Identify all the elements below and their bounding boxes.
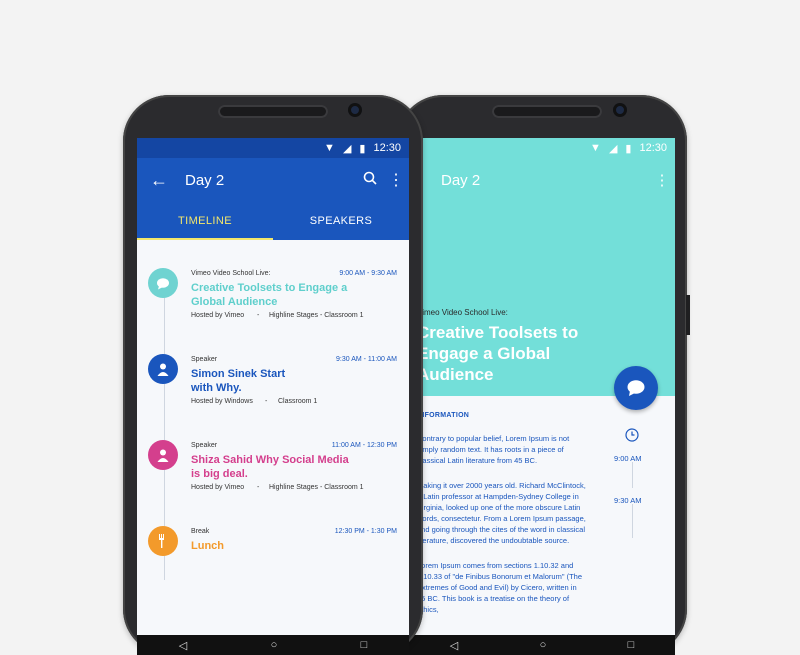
tab-speakers[interactable]: SPEAKERS — [273, 202, 409, 240]
clock-icon — [625, 428, 639, 445]
chat-fab-button[interactable] — [614, 366, 658, 410]
side-button — [686, 295, 690, 335]
timeline-list: Vimeo Video School Live: 9:00 AM - 9:30 … — [137, 240, 409, 608]
item-title: Simon Sinek Start with Why. — [191, 368, 286, 394]
item-time: 9:00 AM - 9:30 AM — [339, 270, 397, 277]
speaker-grille — [492, 105, 602, 118]
time-connector — [632, 504, 633, 538]
nav-recents-icon[interactable]: □ — [361, 639, 368, 651]
toolbar: ← Day 2 ⋮ — [137, 158, 409, 202]
list-item[interactable]: Break 12:30 PM - 1:30 PM Lunch — [137, 522, 409, 608]
status-bar: ▼ ◢ ▮ 12:30 — [137, 138, 409, 158]
detail-header: ▼ ◢ ▮ 12:30 ← Day 2 ⋮ Vimeo Video School… — [409, 138, 675, 396]
nav-recents-icon[interactable]: □ — [628, 639, 635, 651]
detail-body: INFORMATION Contrary to popular belief, … — [409, 396, 675, 615]
description-paragraph: Making it over 2000 years old. Richard M… — [417, 481, 586, 545]
item-type: Break — [191, 528, 210, 535]
front-camera — [348, 103, 362, 117]
front-camera — [613, 103, 627, 117]
page-title: Day 2 — [441, 171, 481, 189]
item-host: Hosted by Windows — [191, 398, 253, 405]
event-series: Vimeo Video School Live: — [417, 308, 508, 317]
toolbar: ← Day 2 ⋮ — [409, 158, 675, 202]
nav-home-icon[interactable]: ○ — [271, 639, 278, 651]
item-location: Highline Stages - Classroom 1 — [269, 484, 364, 491]
status-time: 12:30 — [373, 142, 401, 154]
chat-bubble-icon — [148, 268, 178, 298]
description-paragraph: Contrary to popular belief, Lorem Ipsum … — [417, 434, 570, 465]
item-separator: - — [257, 484, 260, 491]
nav-back-icon[interactable]: ◁ — [179, 639, 187, 652]
list-item[interactable]: Vimeo Video School Live: 9:00 AM - 9:30 … — [137, 264, 409, 350]
item-time: 9:30 AM - 11:00 AM — [336, 356, 397, 363]
back-arrow-icon[interactable]: ← — [139, 170, 179, 191]
nav-back-icon[interactable]: ◁ — [450, 639, 458, 652]
status-time: 12:30 — [639, 142, 667, 154]
item-location: Highline Stages - Classroom 1 — [269, 312, 364, 319]
person-icon — [148, 354, 178, 384]
start-time: 9:00 AM — [614, 454, 642, 463]
signal-icon: ◢ — [608, 142, 618, 155]
list-item[interactable]: Speaker 9:30 AM - 11:00 AM Simon Sinek S… — [137, 350, 409, 436]
item-type: Speaker — [191, 442, 218, 449]
page-title: Day 2 — [185, 171, 225, 189]
phone-left: ▼ ◢ ▮ 12:30 ← Day 2 ⋮ TIMELINE SPEAKERS — [123, 95, 423, 655]
item-time: 12:30 PM - 1:30 PM — [334, 528, 397, 535]
section-heading: INFORMATION — [417, 412, 470, 419]
wifi-icon: ▼ — [324, 142, 335, 154]
battery-icon: ▮ — [359, 142, 366, 155]
more-vertical-icon[interactable]: ⋮ — [649, 171, 675, 189]
wifi-icon: ▼ — [590, 142, 601, 154]
search-icon[interactable] — [357, 171, 383, 190]
item-separator: - — [265, 398, 268, 405]
speaker-grille — [218, 105, 328, 118]
more-vertical-icon[interactable]: ⋮ — [383, 170, 409, 190]
item-title: Lunch — [191, 540, 224, 552]
system-nav-bar: ◁ ○ □ — [137, 635, 409, 655]
item-type: Vimeo Video School Live: — [191, 270, 271, 277]
right-screen: ▼ ◢ ▮ 12:30 ← Day 2 ⋮ Vimeo Video School… — [409, 138, 675, 655]
description-paragraph: Lorem Ipsum comes from sections 1.10.32 … — [417, 561, 582, 614]
status-bar: ▼ ◢ ▮ 12:30 — [409, 138, 675, 158]
system-nav-bar: ◁ ○ □ — [409, 635, 675, 655]
battery-icon: ▮ — [625, 142, 632, 155]
signal-icon: ◢ — [342, 142, 352, 155]
item-type: Speaker — [191, 356, 218, 363]
item-time: 11:00 AM - 12:30 PM — [331, 442, 397, 449]
person-icon — [148, 440, 178, 470]
item-separator: - — [257, 312, 260, 319]
item-title: Shiza Sahid Why Social Media is big deal… — [191, 454, 349, 480]
nav-home-icon[interactable]: ○ — [540, 639, 547, 651]
time-connector — [632, 462, 633, 488]
end-time: 9:30 AM — [614, 496, 642, 505]
app-header: ▼ ◢ ▮ 12:30 ← Day 2 ⋮ TIMELINE SPEAKERS — [137, 138, 409, 240]
event-title: Creative Toolsets to Engage a Global Aud… — [417, 323, 579, 384]
item-host: Hosted by Vimeo — [191, 484, 245, 491]
tab-bar: TIMELINE SPEAKERS — [137, 202, 409, 240]
item-title: Creative Toolsets to Engage a Global Aud… — [191, 282, 348, 308]
item-host: Hosted by Vimeo — [191, 312, 245, 319]
tab-timeline[interactable]: TIMELINE — [137, 202, 273, 240]
list-item[interactable]: Speaker 11:00 AM - 12:30 PM Shiza Sahid … — [137, 436, 409, 522]
fork-knife-icon — [148, 526, 178, 556]
left-screen: ▼ ◢ ▮ 12:30 ← Day 2 ⋮ TIMELINE SPEAKERS — [137, 138, 409, 655]
item-location: Classroom 1 — [278, 398, 318, 405]
phone-right: ▼ ◢ ▮ 12:30 ← Day 2 ⋮ Vimeo Video School… — [397, 95, 690, 655]
